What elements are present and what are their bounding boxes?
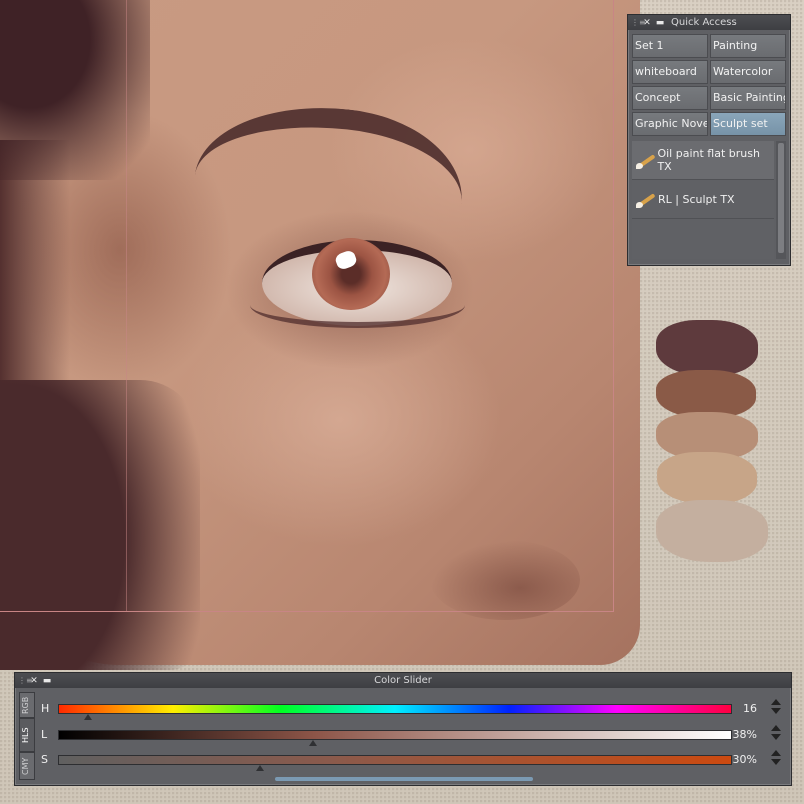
hue-slider-handle[interactable] xyxy=(83,714,92,720)
close-icon[interactable]: ✕ xyxy=(642,18,652,28)
hue-value[interactable]: 16 xyxy=(743,702,757,715)
tool-list-scrollbar[interactable] xyxy=(776,141,786,259)
set-button-sculpt-set[interactable]: Sculpt set xyxy=(710,112,786,136)
set-grid: Set 1 Painting whiteboard Watercolor Con… xyxy=(632,34,786,136)
set-button-basic-painting[interactable]: Basic Painting xyxy=(710,86,786,110)
canvas-border-bottom xyxy=(0,611,614,612)
quick-access-panel: ⋮≡ ✕ ▬ Quick Access Set 1 Painting white… xyxy=(627,14,791,266)
slider-label-h: H xyxy=(41,702,50,715)
set-button-watercolor[interactable]: Watercolor xyxy=(710,60,786,84)
color-slider-titlebar[interactable]: ⋮≡ ✕ ▬ Color Slider xyxy=(15,673,791,688)
slider-row-lightness: L 38% xyxy=(41,725,787,747)
grip-icon[interactable]: ⋮≡ xyxy=(631,18,646,28)
tab-cmy[interactable]: CMY xyxy=(19,752,35,780)
slider-label-s: S xyxy=(41,753,48,766)
portrait-lower-lashes xyxy=(250,282,465,328)
portrait-hair-top xyxy=(0,0,150,180)
tab-rgb[interactable]: RGB xyxy=(19,692,35,718)
color-swatch-1[interactable] xyxy=(656,320,758,376)
lightness-slider-handle[interactable] xyxy=(309,740,318,746)
brush-icon xyxy=(636,151,656,169)
set-button-graphic-novel[interactable]: Graphic Novel xyxy=(632,112,708,136)
set-button-whiteboard[interactable]: whiteboard xyxy=(632,60,708,84)
tool-label: Oil paint flat brush TX xyxy=(657,147,760,173)
saturation-spinner[interactable] xyxy=(771,750,781,770)
tool-item-oil-paint[interactable]: Oil paint flat brush TX xyxy=(632,141,774,180)
set-button-set-1[interactable]: Set 1 xyxy=(632,34,708,58)
saturation-slider-handle[interactable] xyxy=(255,765,264,771)
tab-hls[interactable]: HLS xyxy=(19,718,35,752)
hue-slider[interactable] xyxy=(58,704,732,714)
lightness-spinner[interactable] xyxy=(771,725,781,745)
portrait-nose xyxy=(430,540,580,620)
portrait-hair-side xyxy=(0,380,200,670)
lightness-value[interactable]: 38% xyxy=(733,728,757,741)
minimize-icon[interactable]: ▬ xyxy=(655,18,665,28)
color-swatch-5[interactable] xyxy=(656,500,768,562)
color-slider-panel: ⋮≡ ✕ ▬ Color Slider RGB HLS CMY H 16 L 3… xyxy=(14,672,792,786)
color-mode-tabs: RGB HLS CMY xyxy=(19,692,35,780)
tool-item-sculpt[interactable]: RL | Sculpt TX xyxy=(632,180,774,219)
canvas-border-right xyxy=(613,0,614,612)
tool-list: Oil paint flat brush TX RL | Sculpt TX xyxy=(632,141,774,259)
color-swatch-4[interactable] xyxy=(657,452,757,504)
quick-access-titlebar[interactable]: ⋮≡ ✕ ▬ Quick Access xyxy=(628,15,790,30)
slider-label-l: L xyxy=(41,728,48,741)
panel-title: Color Slider xyxy=(374,675,432,686)
saturation-slider[interactable] xyxy=(58,755,732,765)
lightness-slider[interactable] xyxy=(58,730,732,740)
brush-icon xyxy=(636,190,656,208)
hue-spinner[interactable] xyxy=(771,699,781,719)
canvas-guide-line xyxy=(126,0,127,612)
panel-title: Quick Access xyxy=(671,17,737,28)
color-swatch-2[interactable] xyxy=(656,370,756,418)
set-button-painting[interactable]: Painting xyxy=(710,34,786,58)
slider-row-saturation: S 30% xyxy=(41,750,787,772)
set-button-concept[interactable]: Concept xyxy=(632,86,708,110)
slider-row-hue: H 16 xyxy=(41,699,787,721)
saturation-value[interactable]: 30% xyxy=(733,753,757,766)
tool-label: RL | Sculpt TX xyxy=(658,192,735,206)
panel-resize-bar[interactable] xyxy=(275,777,533,781)
